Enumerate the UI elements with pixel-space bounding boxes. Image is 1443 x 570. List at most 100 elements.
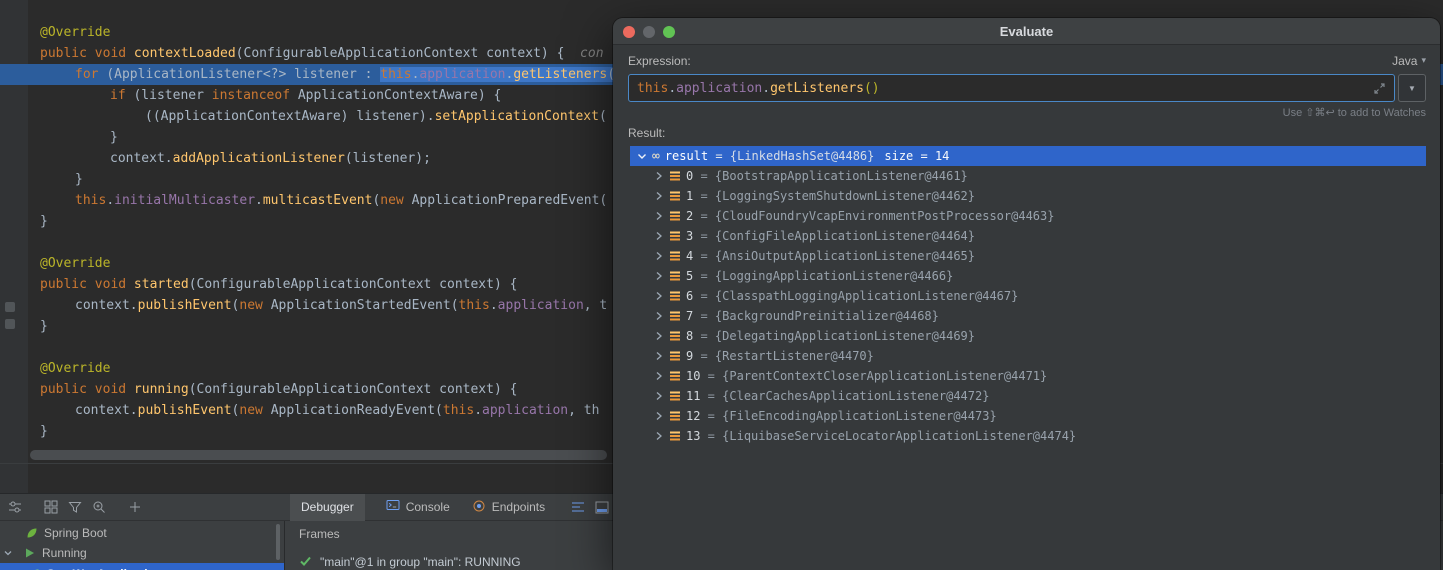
item-index: 11 [686,389,700,403]
item-index: 4 [686,249,693,263]
value-icon [669,430,681,442]
equals-sign: = [700,369,722,383]
equals-sign: = [693,189,715,203]
chevron-right-icon[interactable] [653,370,665,382]
tree-item-12[interactable]: 12 = {FileEncodingApplicationListener@44… [630,406,1426,426]
dialog-titlebar[interactable]: Evaluate [613,18,1440,45]
value-icon [669,250,681,262]
chevron-right-icon[interactable] [653,390,665,402]
watches-hint: Use ⇧⌘↩ to add to Watches [628,106,1426,119]
tree-node-label: Spring Boot [44,526,107,540]
tab-console[interactable]: Console [375,494,461,521]
tab-debugger[interactable]: Debugger [290,494,365,521]
equals-sign: = [700,409,722,423]
value-icon [669,410,681,422]
item-value: {RestartListener@4470} [715,349,874,363]
tree-item-10[interactable]: 10 = {ParentContextCloserApplicationList… [630,366,1426,386]
expand-editor-icon[interactable] [1373,82,1386,95]
item-value: {BootstrapApplicationListener@4461} [715,169,968,183]
equals-sign: = [693,269,715,283]
item-value: {ClearCachesApplicationListener@4472} [722,389,989,403]
item-index: 9 [686,349,693,363]
tab-endpoints[interactable]: Endpoints [461,494,556,521]
value-icon [669,350,681,362]
close-button[interactable] [623,26,635,38]
frame-row-label: "main"@1 in group "main": RUNNING [320,555,521,569]
chevron-right-icon[interactable] [653,330,665,342]
chevron-right-icon[interactable] [653,230,665,242]
layout-panel-icon[interactable] [590,496,614,518]
console-icon [386,499,400,515]
chevron-right-icon[interactable] [653,210,665,222]
equals-sign: = [693,249,715,263]
tree-item-8[interactable]: 8 = {DelegatingApplicationListener@4469} [630,326,1426,346]
result-tree: ∞ result = {LinkedHashSet@4486} size = 1… [630,146,1426,446]
chevron-down-icon[interactable] [2,547,14,559]
tree-node-running[interactable]: Running [0,543,284,563]
tree-item-0[interactable]: 0 = {BootstrapApplicationListener@4461} [630,166,1426,186]
item-value: {LoggingApplicationListener@4466} [715,269,953,283]
tree-item-1[interactable]: 1 = {LoggingSystemShutdownListener@4462} [630,186,1426,206]
view-options-icon[interactable] [566,496,590,518]
search-icon[interactable] [87,496,111,518]
chevron-right-icon[interactable] [653,190,665,202]
filter-icon[interactable] [63,496,87,518]
result-row[interactable]: ∞ result = {LinkedHashSet@4486} size = 1… [630,146,1426,166]
tree-item-6[interactable]: 6 = {ClasspathLoggingApplicationListener… [630,286,1426,306]
item-value: {DelegatingApplicationListener@4469} [715,329,975,343]
expression-text: this.application.getListeners() [637,81,880,96]
tree-item-2[interactable]: 2 = {CloudFoundryVcapEnvironmentPostProc… [630,206,1426,226]
equals-sign: = [693,209,715,223]
tab-endpoints-label: Endpoints [492,500,545,514]
chevron-right-icon[interactable] [653,290,665,302]
restore-layout-icon[interactable] [39,496,63,518]
chevron-right-icon[interactable] [653,270,665,282]
tree-item-11[interactable]: 11 = {ClearCachesApplicationListener@447… [630,386,1426,406]
chevron-down-icon[interactable] [636,150,648,162]
value-icon [669,330,681,342]
tree-node-spring-boot[interactable]: Spring Boot [0,523,284,543]
chevron-right-icon[interactable] [653,410,665,422]
chevron-right-icon[interactable] [653,350,665,362]
result-value: {LinkedHashSet@4486} [730,149,875,163]
item-value: {ConfigFileApplicationListener@4464} [715,229,975,243]
item-index: 2 [686,209,693,223]
add-watch-icon[interactable] [123,496,147,518]
chevron-right-icon[interactable] [653,310,665,322]
tree-node-application[interactable]: GateWayApplication [0,563,284,570]
item-index: 12 [686,409,700,423]
tree-item-9[interactable]: 9 = {RestartListener@4470} [630,346,1426,366]
equals-sign: = [693,229,715,243]
item-value: {ParentContextCloserApplicationListener@… [722,369,1047,383]
tree-vertical-scrollbar[interactable] [276,524,280,560]
editor-horizontal-scrollbar[interactable] [30,450,607,460]
tree-item-7[interactable]: 7 = {BackgroundPreinitializer@4468} [630,306,1426,326]
equals-sign: = [693,329,715,343]
tree-item-4[interactable]: 4 = {AnsiOutputApplicationListener@4465} [630,246,1426,266]
tree-item-3[interactable]: 3 = {ConfigFileApplicationListener@4464} [630,226,1426,246]
zoom-button[interactable] [663,26,675,38]
chevron-right-icon[interactable] [653,170,665,182]
item-index: 7 [686,309,693,323]
expression-history-dropdown[interactable]: ▼ [1398,74,1426,102]
language-selector[interactable]: Java ▾ [1392,54,1426,68]
run-configuration-tree: Spring Boot Running GateWayApplication [0,521,285,570]
tree-item-5[interactable]: 5 = {LoggingApplicationListener@4466} [630,266,1426,286]
tree-item-13[interactable]: 13 = {LiquibaseServiceLocatorApplication… [630,426,1426,446]
item-value: {CloudFoundryVcapEnvironmentPostProcesso… [715,209,1055,223]
evaluate-dialog: Evaluate Expression: Java ▾ this.applica… [613,18,1440,570]
gutter-mark-icon[interactable] [5,319,15,329]
chevron-right-icon[interactable] [653,250,665,262]
item-index: 8 [686,329,693,343]
value-icon [669,190,681,202]
expression-input[interactable]: this.application.getListeners() [628,74,1395,102]
layout-settings-icon[interactable] [3,496,27,518]
tree-node-label: Running [42,546,87,560]
item-index: 1 [686,189,693,203]
equals-sign: = [693,349,715,363]
minimize-button[interactable] [643,26,655,38]
item-value: {FileEncodingApplicationListener@4473} [722,409,997,423]
check-icon [299,555,312,570]
gutter-mark-icon[interactable] [5,302,15,312]
chevron-right-icon[interactable] [653,430,665,442]
